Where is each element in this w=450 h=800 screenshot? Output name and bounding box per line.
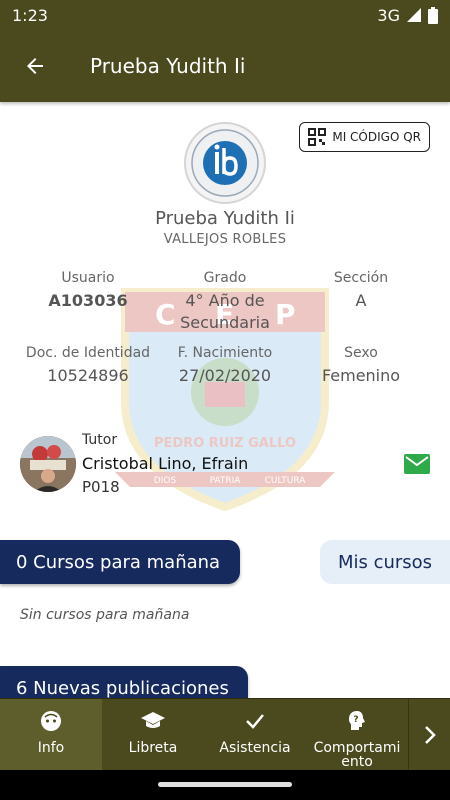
tutor-code: P018	[82, 478, 120, 496]
status-time: 1:23	[12, 5, 48, 25]
qr-button-label: MI CÓDIGO QR	[332, 130, 421, 144]
status-indicators: 3G	[377, 6, 438, 25]
my-courses-label: Mis cursos	[337, 551, 433, 573]
new-publications-label: 6 Nuevas publicaciones	[16, 677, 229, 699]
tutor-label: Tutor	[82, 432, 118, 448]
field-value: A103036	[48, 291, 128, 310]
field-grado: Grado 4° Año de Secundaria	[172, 270, 278, 334]
nav-label: Info	[37, 740, 65, 756]
field-label: Sección	[333, 270, 389, 286]
tutor-avatar	[20, 436, 76, 492]
field-label: F. Nacimiento	[177, 345, 273, 361]
my-qr-code-button[interactable]: MI CÓDIGO QR	[299, 122, 430, 152]
courses-tomorrow-label: 0 Cursos para mañana	[16, 551, 221, 573]
nav-next-button[interactable]	[408, 699, 450, 770]
chevron-right-icon	[424, 725, 436, 744]
behavior-icon: ?	[349, 711, 365, 730]
battery-icon	[428, 6, 438, 24]
student-name: Prueba Yudith Ii	[155, 208, 295, 229]
profile-content[interactable]: C E P PEDRO RUIZ GALLO DIOS PATRIA CULTU…	[0, 102, 450, 698]
field-usuario: Usuario A103036	[38, 270, 138, 312]
courses-tomorrow-header[interactable]: 0 Cursos para mañana	[0, 540, 240, 584]
arrow-back-icon	[27, 58, 43, 74]
field-label: Usuario	[61, 270, 115, 286]
tutor-card[interactable]: Tutor Cristobal Lino, Efrain P018	[20, 432, 440, 502]
face-icon	[41, 711, 61, 731]
ib-logo-icon	[191, 129, 259, 197]
field-label: Grado	[203, 270, 247, 286]
graduation-cap-icon	[141, 712, 165, 728]
field-label: Sexo	[344, 345, 378, 361]
nav-item-info[interactable]: Info	[0, 699, 102, 771]
nav-item-comportamiento[interactable]: ? Comportamiento	[306, 699, 408, 771]
tutor-photo	[20, 436, 76, 492]
app-bar: Prueba Yudith Ii	[0, 30, 450, 102]
school-logo	[184, 122, 266, 204]
field-sexo: Sexo Femenino	[310, 345, 412, 387]
nav-item-asistencia[interactable]: Asistencia	[204, 699, 306, 771]
field-value: 10524896	[47, 366, 129, 385]
nav-item-libreta[interactable]: Libreta	[102, 699, 204, 771]
nav-label: Asistencia	[219, 740, 291, 756]
page-title: Prueba Yudith Ii	[90, 54, 246, 78]
field-doc-identidad: Doc. de Identidad 10524896	[20, 345, 156, 387]
no-courses-message: Sin cursos para mañana	[20, 607, 190, 623]
field-value: 4° Año de Secundaria	[180, 291, 270, 332]
new-publications-header[interactable]: 6 Nuevas publicaciones	[0, 666, 248, 698]
network-label: 3G	[377, 5, 400, 25]
field-seccion: Sección A	[316, 270, 406, 312]
crest-letter: P	[275, 298, 296, 331]
field-value: Femenino	[321, 366, 401, 385]
svg-text:?: ?	[353, 715, 358, 725]
tutor-name: Cristobal Lino, Efrain	[82, 454, 249, 473]
student-surname: VALLEJOS ROBLES	[163, 232, 287, 247]
qr-code-icon	[308, 128, 327, 146]
bottom-navigation: Info Libreta Asistencia ? Comportamiento	[0, 698, 450, 771]
nav-label: Libreta	[128, 740, 178, 756]
my-courses-button[interactable]: Mis cursos	[320, 540, 450, 584]
home-indicator[interactable]	[158, 782, 292, 787]
field-label: Doc. de Identidad	[25, 345, 151, 361]
field-fecha-nacimiento: F. Nacimiento 27/02/2020	[168, 345, 282, 387]
back-button[interactable]	[0, 30, 70, 102]
field-value: 27/02/2020	[178, 366, 272, 385]
signal-icon	[407, 8, 421, 22]
mail-icon[interactable]	[404, 454, 430, 474]
status-bar: 1:23 3G	[0, 0, 450, 30]
system-gesture-bar	[0, 770, 450, 800]
check-icon	[246, 714, 264, 729]
field-value: A	[355, 291, 367, 310]
nav-label: Comportamiento	[313, 740, 401, 770]
